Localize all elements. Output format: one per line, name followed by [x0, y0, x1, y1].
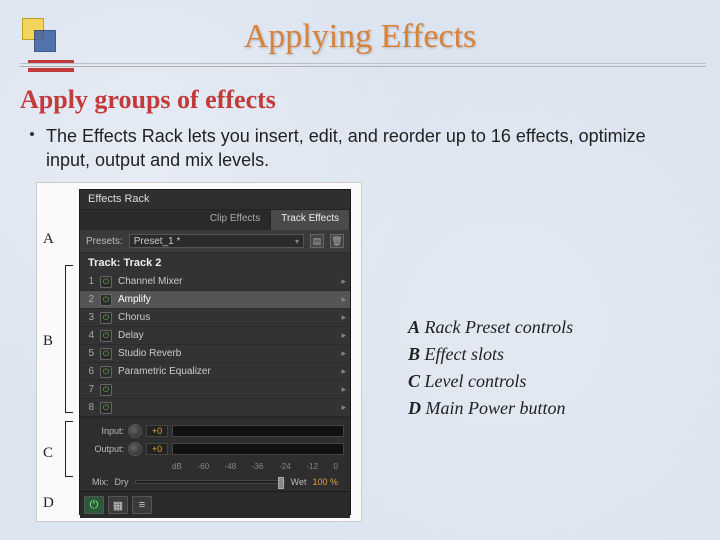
slot-number: 1: [84, 276, 94, 287]
mix-label: Mix:: [92, 477, 109, 487]
input-meter: [172, 425, 344, 437]
preset-row: Presets: Preset_1 * ▾ ▤ 🗑: [80, 230, 350, 253]
power-icon[interactable]: ⏻: [100, 402, 112, 414]
output-value: +0: [146, 443, 168, 455]
slot-name: Channel Mixer: [118, 276, 335, 287]
power-icon: ⏻: [90, 499, 99, 512]
chevron-right-icon: ▸: [341, 366, 346, 377]
mix-slider[interactable]: [135, 480, 285, 484]
slot-number: 2: [84, 294, 94, 305]
mix-row: Mix: Dry Wet 100 %: [86, 473, 344, 491]
input-knob[interactable]: [128, 424, 142, 438]
input-value: +0: [146, 425, 168, 437]
slot-name: Parametric Equalizer: [118, 366, 335, 377]
list-view-button[interactable]: ≡: [132, 496, 152, 514]
list-icon: ≡: [139, 499, 145, 511]
legend-a: A Rack Preset controls: [408, 314, 573, 341]
effect-slot-4[interactable]: 4 ⏻ Delay ▸: [80, 327, 350, 345]
power-icon[interactable]: ⏻: [100, 276, 112, 288]
input-level-row: Input: +0: [86, 424, 344, 438]
effect-slot-8[interactable]: 8 ⏻ ▸: [80, 399, 350, 417]
preset-value: Preset_1 *: [134, 236, 181, 247]
output-label: Output:: [86, 444, 124, 454]
effect-slot-7[interactable]: 7 ⏻ ▸: [80, 381, 350, 399]
main-power-button[interactable]: ⏻: [84, 496, 104, 514]
effect-slot-3[interactable]: 3 ⏻ Chorus ▸: [80, 309, 350, 327]
level-controls: Input: +0 Output: +0 dB -60 -48 -36 -24 …: [80, 417, 350, 491]
slot-name: Chorus: [118, 312, 335, 323]
output-level-row: Output: +0: [86, 442, 344, 456]
mix-wet-label: Wet: [291, 477, 307, 487]
slot-name: Studio Reverb: [118, 348, 335, 359]
slot-number: 4: [84, 330, 94, 341]
power-icon[interactable]: ⏻: [100, 330, 112, 342]
effect-slot-1[interactable]: 1 ⏻ Channel Mixer ▸: [80, 273, 350, 291]
preset-select[interactable]: Preset_1 * ▾: [129, 234, 304, 248]
tab-clip-effects[interactable]: Clip Effects: [200, 210, 271, 230]
power-icon[interactable]: ⏻: [100, 384, 112, 396]
disk-icon: ▤: [313, 236, 322, 247]
effect-slot-6[interactable]: 6 ⏻ Parametric Equalizer ▸: [80, 363, 350, 381]
bullet-text: The Effects Rack lets you insert, edit, …: [46, 124, 690, 173]
track-label: Track: Track 2: [80, 253, 350, 273]
effects-rack-screenshot: A B C D Effects Rack Clip Effects Track …: [36, 182, 362, 522]
effect-slot-2[interactable]: 2 ⏻ Amplify ▸: [80, 291, 350, 309]
legend-c: C Level controls: [408, 368, 573, 395]
slot-number: 8: [84, 402, 94, 413]
power-icon[interactable]: ⏻: [100, 348, 112, 360]
effects-rack-panel: Effects Rack Clip Effects Track Effects …: [79, 189, 351, 515]
delete-preset-button[interactable]: 🗑: [330, 234, 344, 248]
chevron-right-icon: ▸: [341, 402, 346, 413]
slot-name: Delay: [118, 330, 335, 341]
slider-thumb[interactable]: [278, 477, 284, 489]
callout-d: D: [43, 495, 54, 512]
trash-icon: 🗑: [331, 236, 342, 247]
callout-b: B: [43, 333, 53, 350]
slot-number: 3: [84, 312, 94, 323]
grid-view-button[interactable]: ▦: [108, 496, 128, 514]
legend-b: B Effect slots: [408, 341, 573, 368]
chevron-right-icon: ▸: [341, 330, 346, 341]
effect-slot-5[interactable]: 5 ⏻ Studio Reverb ▸: [80, 345, 350, 363]
bottom-bar: ⏻ ▦ ≡: [80, 491, 350, 518]
slot-number: 5: [84, 348, 94, 359]
bracket-c: [65, 421, 73, 477]
panel-header: Effects Rack: [80, 190, 350, 210]
callout-c: C: [43, 445, 53, 462]
chevron-right-icon: ▸: [341, 312, 346, 323]
db-ruler: dB -60 -48 -36 -24 -12 0: [86, 460, 344, 473]
effect-slots: 1 ⏻ Channel Mixer ▸ 2 ⏻ Amplify ▸ 3 ⏻ Ch…: [80, 273, 350, 417]
power-icon[interactable]: ⏻: [100, 366, 112, 378]
mix-value: 100 %: [312, 477, 338, 487]
mix-dry-label: Dry: [115, 477, 129, 487]
grid-icon: ▦: [113, 499, 123, 512]
panel-tabs: Clip Effects Track Effects: [80, 210, 350, 230]
bracket-b: [65, 265, 73, 413]
chevron-right-icon: ▸: [341, 294, 346, 305]
tab-track-effects[interactable]: Track Effects: [271, 210, 350, 230]
output-meter: [172, 443, 344, 455]
slot-number: 7: [84, 384, 94, 395]
title-rule: [20, 66, 706, 67]
power-icon[interactable]: ⏻: [100, 294, 112, 306]
slot-name: Amplify: [118, 294, 335, 305]
chevron-right-icon: ▸: [341, 384, 346, 395]
section-heading: Apply groups of effects: [20, 85, 276, 115]
power-icon[interactable]: ⏻: [100, 312, 112, 324]
legend: A Rack Preset controls B Effect slots C …: [408, 314, 573, 422]
chevron-right-icon: ▸: [341, 348, 346, 359]
chevron-down-icon: ▾: [295, 237, 299, 246]
save-preset-button[interactable]: ▤: [310, 234, 324, 248]
preset-label: Presets:: [86, 236, 123, 247]
output-knob[interactable]: [128, 442, 142, 456]
slide-title: Applying Effects: [0, 18, 720, 56]
legend-d: D Main Power button: [408, 395, 573, 422]
input-label: Input:: [86, 426, 124, 436]
chevron-right-icon: ▸: [341, 276, 346, 287]
slot-number: 6: [84, 366, 94, 377]
bullet-marker: [30, 132, 34, 136]
callout-a: A: [43, 231, 54, 248]
